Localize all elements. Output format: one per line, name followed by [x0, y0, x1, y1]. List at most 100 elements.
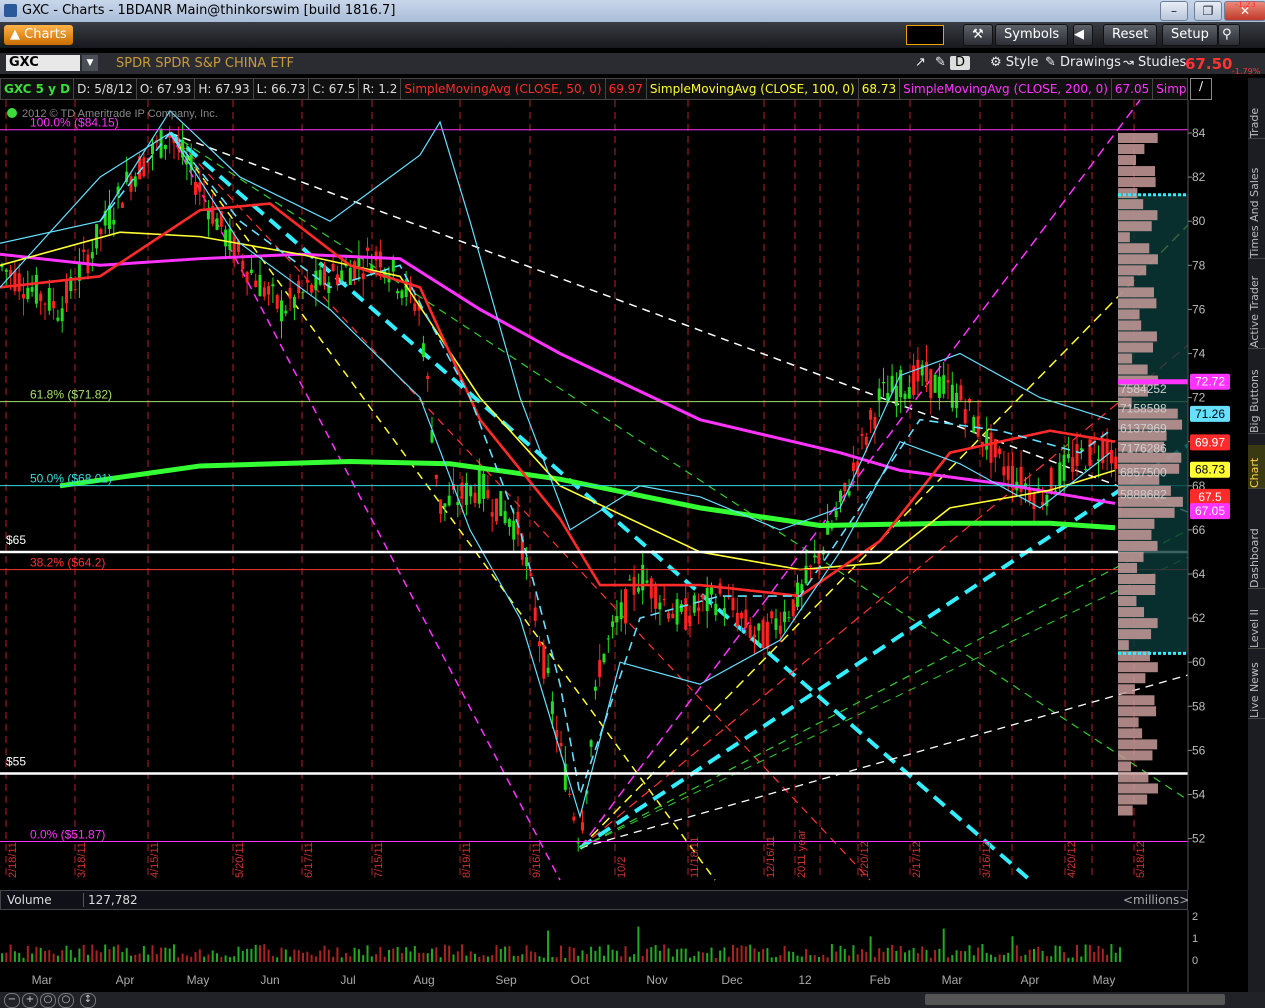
bar-range: R: 1.2: [359, 79, 402, 99]
volume-bar: [792, 951, 795, 962]
reset-button[interactable]: Reset: [1103, 24, 1158, 46]
profile-bar: [1118, 673, 1146, 684]
pin-icon: ⚲: [1222, 27, 1232, 42]
candle-body: [17, 273, 21, 292]
volume-bar: [495, 945, 498, 962]
volume-bar: [650, 947, 653, 962]
volume-header: Volume 127,782 <millions>: [0, 890, 1189, 910]
volume-bar: [835, 951, 838, 962]
volume-bar: [228, 957, 231, 962]
horizontal-scrollbar[interactable]: [925, 994, 1225, 1005]
side-tab-chart[interactable]: Chart: [1248, 445, 1265, 489]
side-tab-big-buttons[interactable]: Big Buttons: [1248, 363, 1265, 434]
candle-body: [249, 269, 253, 274]
study-expand-icon[interactable]: ∕: [1190, 78, 1212, 100]
candle-body: [503, 511, 507, 524]
volume-bar: [323, 945, 326, 962]
volume-bar: [435, 947, 438, 962]
sma100-label[interactable]: SimpleMovingAvg (CLOSE, 100, 0): [647, 79, 859, 99]
volume-chart[interactable]: 210 Mar Apr May Jun Jul Aug Sep Oct Nov Dec 12 Feb M…: [0, 910, 1248, 992]
link-color-box[interactable]: [906, 25, 944, 45]
candle-body: [366, 247, 369, 251]
drag-handle-icon[interactable]: ↕: [80, 993, 96, 1008]
candle-body: [791, 599, 795, 617]
drawings-button[interactable]: ✎ Drawings: [1040, 54, 1126, 72]
candle-body: [525, 557, 529, 567]
profile-bar: [1118, 640, 1129, 651]
volume-bar: [770, 957, 773, 962]
volume-bar: [908, 950, 911, 962]
date-marker-label: 1/20/12: [859, 841, 871, 878]
volume-bar: [138, 953, 141, 962]
zoom-in-icon[interactable]: +: [22, 993, 38, 1008]
pin-button[interactable]: ⚲: [1218, 24, 1240, 46]
candle-body: [95, 224, 99, 249]
side-tab-level-ii[interactable]: Level II: [1248, 598, 1265, 649]
candle-body: [942, 375, 946, 394]
drawing-mode-button[interactable]: D: [950, 56, 971, 70]
volume-bar: [921, 946, 924, 962]
profile-bar: [1118, 331, 1157, 342]
charts-tab[interactable]: ▲ Charts: [4, 25, 73, 45]
style-button[interactable]: ⚙ Style: [985, 54, 1043, 72]
volume-bar: [577, 955, 580, 962]
volume-bar: [9, 944, 12, 962]
maximize-button[interactable]: ❐: [1194, 1, 1222, 21]
month-label: Jun: [260, 973, 279, 987]
side-tab-active-trader[interactable]: Active Trader: [1248, 268, 1265, 349]
volume-bar: [147, 954, 150, 962]
candle-body: [163, 144, 167, 150]
sma50-label[interactable]: SimpleMovingAvg (CLOSE, 50, 0): [401, 79, 606, 99]
volume-bar: [263, 944, 266, 962]
side-tab-times-and-sales[interactable]: Times And Sales: [1248, 148, 1265, 259]
volume-bar: [1067, 957, 1070, 962]
month-axis: Mar Apr May Jun Jul Aug Sep Oct Nov Dec 12 Feb Mar Ap…: [32, 973, 1116, 987]
candle-body: [533, 607, 537, 621]
volume-bar: [723, 947, 726, 962]
side-tab-dashboard[interactable]: Dashboard: [1248, 503, 1265, 589]
volume-bar: [289, 956, 292, 962]
wrench-button[interactable]: ⚒: [963, 24, 993, 46]
month-label: Dec: [721, 973, 742, 987]
side-tab-trade[interactable]: Trade: [1248, 84, 1265, 139]
symbol-input[interactable]: GXC: [6, 55, 80, 71]
candle-body: [572, 816, 576, 821]
pencil-tool-icon[interactable]: ✎: [930, 54, 951, 72]
studies-button[interactable]: ↝ Studies: [1118, 54, 1191, 72]
bottom-zoom-bar: − + ○ ○ ↕: [0, 992, 1265, 1008]
zoom-fit-icon[interactable]: ○: [40, 993, 56, 1008]
volume-axis-label: 0: [1192, 955, 1198, 967]
volume-bar: [512, 955, 515, 962]
price-chart[interactable]: 7584252 7158598 6137969 7176286 6857500 58886…: [0, 100, 1248, 890]
volume-bar: [856, 954, 859, 962]
volume-bar: [1084, 944, 1087, 962]
minimize-button[interactable]: –: [1160, 1, 1188, 21]
volume-bar: [319, 950, 322, 962]
candle-body: [937, 376, 941, 398]
chart-period[interactable]: GXC 5 y D: [1, 79, 75, 99]
profile-bar: [1118, 717, 1139, 728]
cursor-tool-icon[interactable]: ↗: [910, 54, 931, 72]
candle-body: [482, 473, 486, 499]
profile-bar: [1118, 353, 1133, 364]
side-tab-live-news[interactable]: Live News: [1248, 653, 1265, 719]
candle-body: [864, 436, 868, 445]
style-icon: ⚙: [990, 55, 1006, 70]
zoom-reset-icon[interactable]: ○: [58, 993, 74, 1008]
zoom-out-icon[interactable]: −: [4, 993, 20, 1008]
sma200-label[interactable]: SimpleMovingAvg (CLOSE, 200, 0): [900, 79, 1112, 99]
symbol-dropdown-icon[interactable]: ▼: [82, 55, 98, 71]
more-studies[interactable]: Simpl...: [1153, 79, 1187, 99]
volume-bar: [1002, 955, 1005, 962]
candle-body: [1032, 492, 1036, 510]
price-tick-label: 56: [1192, 743, 1206, 757]
volume-bar: [560, 945, 562, 962]
volume-bar: [112, 946, 115, 962]
back-button[interactable]: ◀: [1073, 24, 1093, 46]
volume-bar: [259, 945, 261, 962]
symbols-button[interactable]: Symbols: [995, 24, 1069, 46]
setup-button[interactable]: Setup: [1162, 24, 1218, 46]
candle-body: [619, 602, 623, 620]
candle-body: [731, 597, 735, 611]
volume-bar: [418, 953, 421, 962]
